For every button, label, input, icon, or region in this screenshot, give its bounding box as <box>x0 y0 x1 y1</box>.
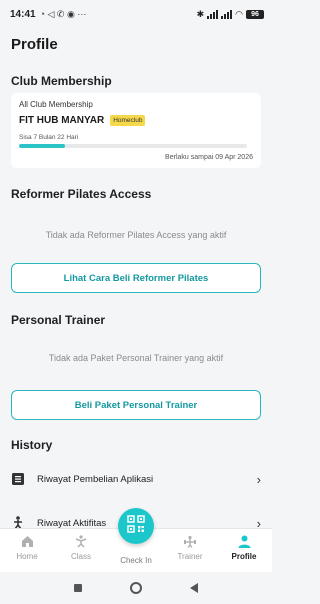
history-title: History <box>11 438 53 452</box>
membership-progress-fill <box>19 144 65 148</box>
qr-icon <box>127 514 145 538</box>
buy-personal-trainer-button[interactable]: Beli Paket Personal Trainer <box>11 390 261 420</box>
status-time: 14:41 <box>10 8 36 20</box>
battery-icon: 96 <box>246 9 264 19</box>
home-button-icon[interactable] <box>130 582 142 594</box>
nav-class-label: Class <box>70 552 91 561</box>
nav-home[interactable]: Home <box>2 535 52 561</box>
valid-until: Berlaku sampai 09 Apr 2026 <box>165 154 253 161</box>
membership-progress-bar <box>19 144 247 148</box>
recents-icon[interactable] <box>74 584 82 592</box>
membership-card[interactable]: All Club Membership FIT HUB MANYAR Homec… <box>11 93 261 168</box>
club-membership-title: Club Membership <box>11 74 112 88</box>
personal-trainer-title: Personal Trainer <box>11 313 106 327</box>
home-icon <box>2 535 52 549</box>
reformer-title: Reformer Pilates Access <box>11 187 152 201</box>
personal-trainer-empty-text: Tidak ada Paket Personal Trainer yang ak… <box>48 353 224 363</box>
page-title: Profile <box>11 36 58 53</box>
system-navigation-bar <box>0 572 272 604</box>
nav-checkin-label: Check In <box>120 556 152 565</box>
class-icon <box>56 535 106 549</box>
trainer-icon <box>165 535 215 549</box>
back-icon[interactable] <box>190 583 198 593</box>
remaining-time: Sisa 7 Bulan 22 Hari <box>19 134 79 141</box>
list-icon <box>11 472 25 486</box>
reformer-how-to-buy-button[interactable]: Lihat Cara Beli Reformer Pilates <box>11 263 261 293</box>
membership-card-label: All Club Membership <box>19 100 93 109</box>
profile-icon <box>219 535 269 549</box>
notification-icons: ◔ ◁ ✆ ◉ ··· <box>39 8 87 19</box>
nav-profile[interactable]: Profile <box>219 535 269 561</box>
signal-icon <box>207 9 219 19</box>
history-item-purchase[interactable]: Riwayat Pembelian Aplikasi › <box>11 467 261 491</box>
nav-home-label: Home <box>16 552 38 561</box>
wifi-icon: ◠ <box>235 8 243 19</box>
status-bar: 14:41 ◔ ◁ ✆ ◉ ··· ✱ ◠ 96 <box>0 0 272 28</box>
homeclub-badge: Homeclub <box>110 115 146 126</box>
nav-trainer[interactable]: Trainer <box>165 535 215 561</box>
nav-trainer-label: Trainer <box>177 552 203 561</box>
history-item-label: Riwayat Pembelian Aplikasi <box>37 473 154 485</box>
club-name: FIT HUB MANYAR <box>19 115 105 126</box>
bluetooth-icon: ✱ <box>196 8 205 19</box>
nav-class[interactable]: Class <box>56 535 106 561</box>
check-in-button[interactable] <box>118 508 154 544</box>
reformer-empty-text: Tidak ada Reformer Pilates Access yang a… <box>45 230 227 240</box>
nav-profile-label: Profile <box>231 552 257 561</box>
chevron-right-icon: › <box>256 471 261 487</box>
signal-icon-2 <box>221 9 233 19</box>
